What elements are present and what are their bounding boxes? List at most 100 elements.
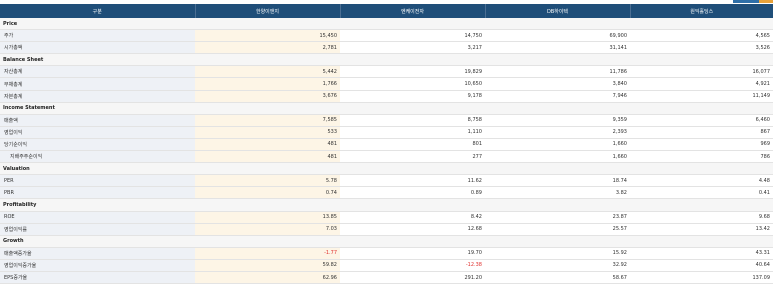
cell-value: 7.03 (195, 223, 340, 236)
table-row: 영업이익률 7.03 12.68 25.57 13.42 (0, 223, 773, 236)
row-label: 영업이익 (0, 126, 195, 139)
section-row: Balance Sheet (0, 53, 773, 67)
cell-value: 8,758 (340, 114, 485, 127)
cell-value: 58.67 (485, 271, 630, 285)
row-label: 지배주주순이익 (0, 150, 195, 164)
cell-value: 62.96 (195, 271, 340, 285)
table-row: 부채총계 1,766 10,650 3,840 4,921 (0, 77, 773, 91)
header-company-1[interactable]: 한양이앤지 (194, 4, 340, 18)
cell-value: 291.20 (340, 271, 485, 285)
row-label: 영업이익률 (0, 223, 195, 236)
cell-value: 19.70 (340, 247, 485, 260)
table-row: 매출액증가율 -1.77 19.70 15.92 43.31 (0, 247, 773, 260)
cell-value: 19,829 (340, 65, 485, 79)
table-row: PER 5.78 11.62 18.74 4.48 (0, 174, 773, 188)
cell-value: 969 (630, 138, 773, 152)
table-row: EPS증가율 62.96 291.20 58.67 137.09 (0, 271, 773, 285)
toolbar-button-primary[interactable] (733, 0, 759, 3)
section-title: Valuation (0, 162, 773, 176)
cell-value: 137.09 (630, 271, 773, 285)
table-row: 영업이익증가율 59.82 -12.38 32.92 40.64 (0, 259, 773, 272)
cell-value: 16,077 (630, 65, 773, 79)
table-header-row: 구분 한양이앤지 엔케이전자 DB하이텍 원익홀딩스 (0, 4, 773, 18)
cell-value: 10,650 (340, 77, 485, 91)
row-label: 당기순이익 (0, 138, 195, 152)
cell-value: 11.62 (340, 174, 485, 188)
section-row: Profitability (0, 198, 773, 212)
table-row: 매출액 7,585 8,758 9,359 6,460 (0, 114, 773, 127)
cell-value: 13.85 (195, 211, 340, 224)
cell-value: 43.31 (630, 247, 773, 260)
cell-value: 8.42 (340, 211, 485, 224)
table-row: 주가 15,450 14,750 69,900 4,565 (0, 29, 773, 43)
section-title: Growth (0, 235, 773, 248)
cell-value: 15.92 (485, 247, 630, 260)
row-label: EPS증가율 (0, 271, 195, 285)
cell-value: 3,676 (195, 90, 340, 103)
cell-value: 3,840 (485, 77, 630, 91)
header-company-2[interactable]: 엔케이전자 (339, 4, 485, 18)
row-label: ROE (0, 211, 195, 224)
table-row: 영업이익 533 1,110 2,393 867 (0, 126, 773, 139)
row-label: 부채총계 (0, 77, 195, 91)
cell-value: 9.68 (630, 211, 773, 224)
cell-value: 7,585 (195, 114, 340, 127)
header-company-4[interactable]: 원익홀딩스 (629, 4, 773, 18)
toolbar-button-secondary[interactable] (759, 0, 773, 3)
comparison-table: 구분 한양이앤지 엔케이전자 DB하이텍 원익홀딩스 Price 주가 15,450… (0, 4, 773, 285)
cell-value: 14,750 (340, 29, 485, 43)
table-row: 자산총계 5,442 19,829 11,786 16,077 (0, 65, 773, 79)
cell-value: 12.68 (340, 223, 485, 236)
cell-value: 59.82 (195, 259, 340, 272)
table-row: ROE 13.85 8.42 23.87 9.68 (0, 211, 773, 224)
row-label: 자본총계 (0, 90, 195, 103)
header-category: 구분 (0, 4, 195, 18)
cell-value: 0.74 (195, 186, 340, 200)
row-label: PER (0, 174, 195, 188)
cell-value: 1,766 (195, 77, 340, 91)
table-body: Price 주가 15,450 14,750 69,900 4,565 시가총액 2,781 3… (0, 18, 773, 285)
cell-value: 11,786 (485, 65, 630, 79)
cell-value: 7,946 (485, 90, 630, 103)
cell-value: 18.74 (485, 174, 630, 188)
section-row: Income Statement (0, 102, 773, 115)
cell-value: 2,393 (485, 126, 630, 139)
cell-value: 6,460 (630, 114, 773, 127)
cell-value: 1,660 (485, 150, 630, 164)
cell-value: 11,149 (630, 90, 773, 103)
section-row: Price (0, 18, 773, 31)
section-row: Valuation (0, 162, 773, 176)
cell-value: 3,217 (340, 41, 485, 55)
row-label: 주가 (0, 29, 195, 43)
section-title: Balance Sheet (0, 53, 773, 67)
row-label: 영업이익증가율 (0, 259, 195, 272)
cell-value: 481 (195, 138, 340, 152)
table-row: PBR 0.74 0.89 3.82 0.41 (0, 186, 773, 200)
cell-value: 9,178 (340, 90, 485, 103)
cell-value: 867 (630, 126, 773, 139)
cell-value: 15,450 (195, 29, 340, 43)
section-title: Profitability (0, 198, 773, 212)
cell-value: 5.78 (195, 174, 340, 188)
section-row: Growth (0, 235, 773, 248)
cell-value: 0.41 (630, 186, 773, 200)
row-label: 매출액증가율 (0, 247, 195, 260)
table-row: 당기순이익 481 801 1,660 969 (0, 138, 773, 152)
cell-value: 801 (340, 138, 485, 152)
table-row: 시가총액 2,781 3,217 31,141 3,526 (0, 41, 773, 55)
table-row: 자본총계 3,676 9,178 7,946 11,149 (0, 90, 773, 103)
cell-value: 3,526 (630, 41, 773, 55)
row-label: 시가총액 (0, 41, 195, 55)
section-title: Income Statement (0, 102, 773, 115)
table-row: 지배주주순이익 481 277 1,660 786 (0, 150, 773, 164)
cell-value: 1,110 (340, 126, 485, 139)
row-label: 매출액 (0, 114, 195, 127)
cell-value: 533 (195, 126, 340, 139)
cell-value: 4.48 (630, 174, 773, 188)
top-toolbar (713, 0, 773, 3)
cell-value: 786 (630, 150, 773, 164)
cell-value: 32.92 (485, 259, 630, 272)
cell-value: 25.57 (485, 223, 630, 236)
header-company-3[interactable]: DB하이텍 (484, 4, 630, 18)
row-label: 자산총계 (0, 65, 195, 79)
